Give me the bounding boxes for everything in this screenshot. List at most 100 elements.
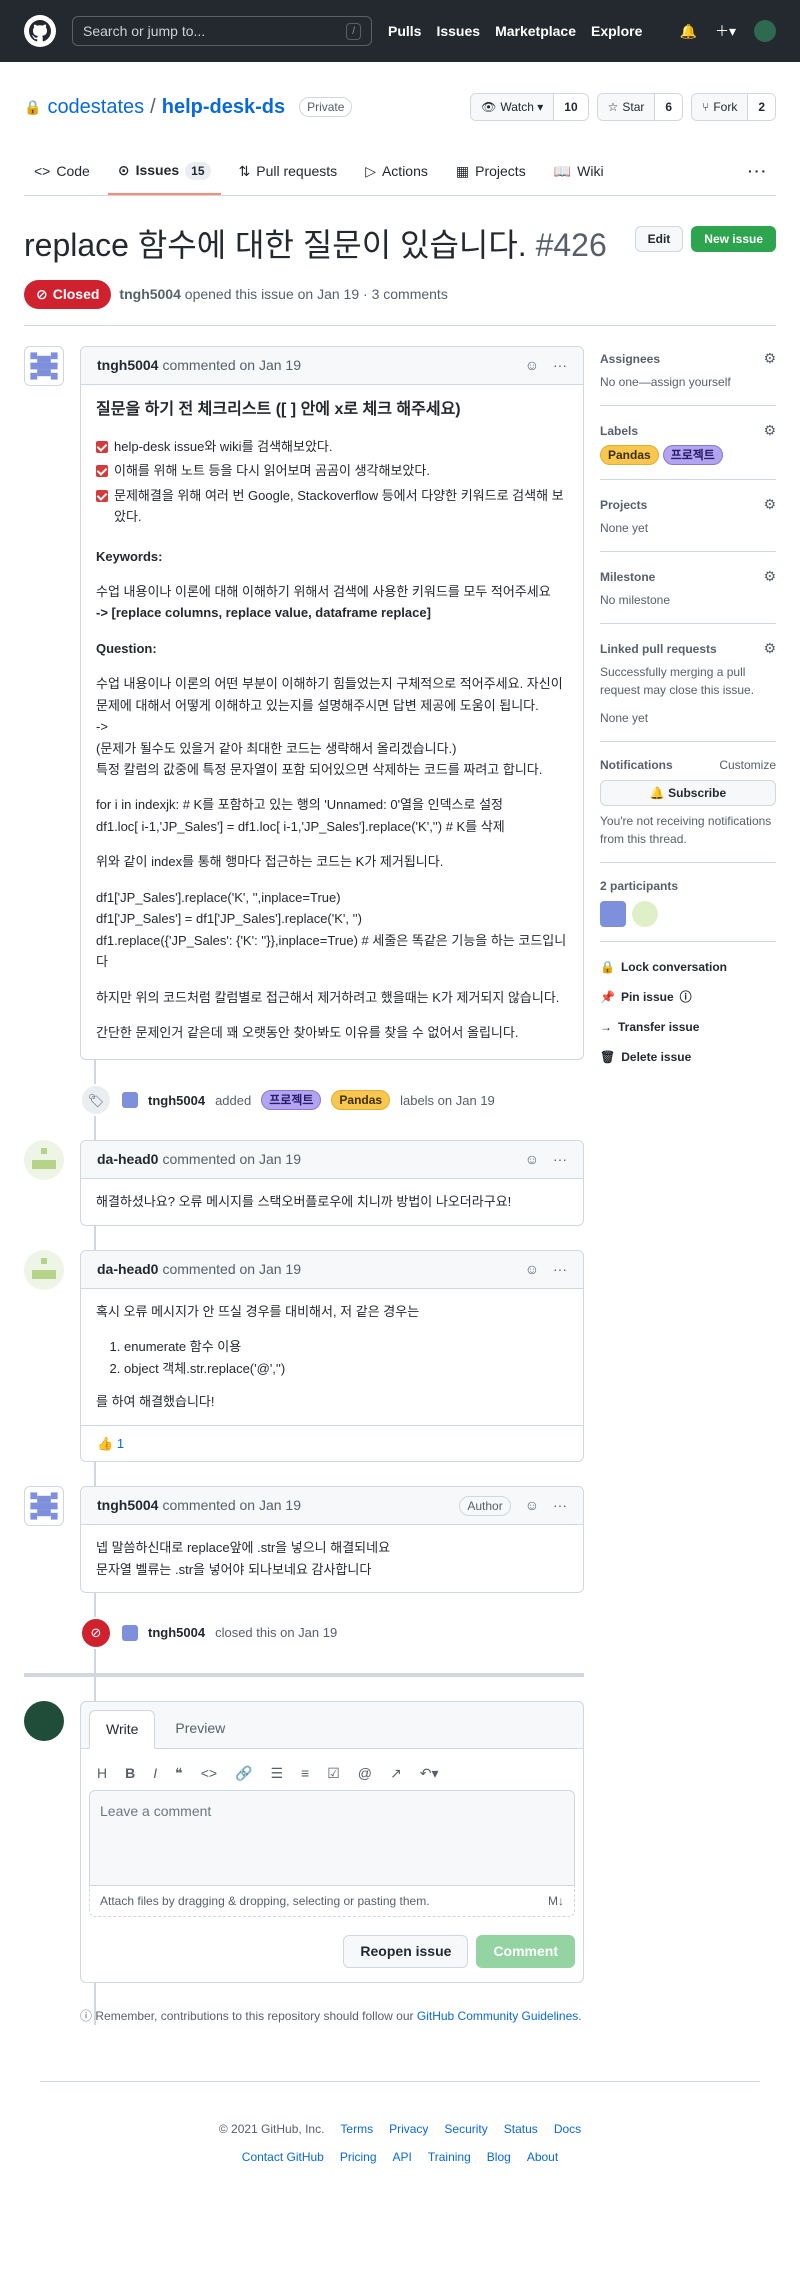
label-project[interactable]: 프로젝트 bbox=[662, 445, 723, 466]
footer-link[interactable]: Training bbox=[428, 2148, 471, 2166]
pin-issue[interactable]: 📌 Pin issue ⓘ bbox=[600, 982, 776, 1012]
subscribe-button[interactable]: 🔔 Subscribe bbox=[600, 780, 776, 807]
tab-code[interactable]: <> Code bbox=[24, 148, 100, 195]
mini-avatar[interactable] bbox=[122, 1624, 138, 1641]
bell-icon[interactable]: 🔔 bbox=[680, 21, 697, 42]
user-avatar[interactable] bbox=[754, 20, 776, 42]
comment-textarea[interactable]: Leave a comment bbox=[89, 1789, 575, 1886]
label-project[interactable]: 프로젝트 bbox=[261, 1090, 322, 1111]
participant-avatar[interactable] bbox=[600, 901, 626, 928]
comment-button[interactable]: Comment bbox=[476, 1934, 575, 1968]
gear-icon[interactable]: ⚙ bbox=[763, 494, 776, 515]
transfer-issue[interactable]: → Transfer issue bbox=[600, 1012, 776, 1042]
smiley-icon[interactable]: ☺ bbox=[525, 1495, 539, 1516]
tab-pull-requests[interactable]: ⇅ Pull requests bbox=[229, 148, 348, 195]
assignees-value[interactable]: No one—assign yourself bbox=[600, 373, 776, 391]
footer-link[interactable]: Contact GitHub bbox=[242, 2148, 324, 2166]
new-issue-button[interactable]: New issue bbox=[691, 226, 776, 252]
comment-author[interactable]: da-head0 bbox=[97, 1259, 158, 1280]
watch-count[interactable]: 10 bbox=[553, 94, 588, 120]
footer-link[interactable]: API bbox=[393, 2148, 412, 2166]
tab-projects[interactable]: ▦ Projects bbox=[446, 148, 536, 195]
comment-author[interactable]: tngh5004 bbox=[97, 1495, 158, 1516]
numbered-list-icon[interactable]: ≡ bbox=[301, 1763, 309, 1784]
code-icon[interactable]: <> bbox=[201, 1763, 217, 1784]
kebab-icon[interactable]: ··· bbox=[553, 1495, 567, 1516]
mention-icon[interactable]: @ bbox=[358, 1763, 372, 1784]
nav-pulls[interactable]: Pulls bbox=[388, 21, 421, 42]
quote-icon[interactable]: ❝ bbox=[175, 1763, 183, 1784]
footer-link[interactable]: Privacy bbox=[389, 2120, 428, 2138]
event-author[interactable]: tngh5004 bbox=[148, 1623, 205, 1643]
avatar[interactable] bbox=[24, 1486, 64, 1527]
footer-link[interactable]: Security bbox=[444, 2120, 487, 2138]
smiley-icon[interactable]: ☺ bbox=[525, 1149, 539, 1170]
tab-preview[interactable]: Preview bbox=[159, 1710, 241, 1748]
kebab-icon[interactable]: ··· bbox=[553, 1259, 567, 1280]
edit-button[interactable]: Edit bbox=[634, 226, 684, 252]
reopen-issue-button[interactable]: Reopen issue bbox=[343, 1934, 469, 1968]
smiley-icon[interactable]: ☺ bbox=[525, 355, 539, 376]
footer-link[interactable]: Docs bbox=[554, 2120, 581, 2138]
link-icon[interactable]: 🔗 bbox=[235, 1763, 252, 1784]
kebab-icon[interactable]: ··· bbox=[553, 1149, 567, 1170]
italic-icon[interactable]: I bbox=[153, 1763, 157, 1784]
plus-dropdown-icon[interactable]: ＋▾ bbox=[715, 21, 736, 42]
repo-name[interactable]: help-desk-ds bbox=[162, 92, 285, 122]
bullet-list-icon[interactable]: ☰ bbox=[270, 1763, 283, 1784]
smiley-icon[interactable]: ☺ bbox=[525, 1259, 539, 1280]
gear-icon[interactable]: ⚙ bbox=[763, 420, 776, 441]
avatar[interactable] bbox=[24, 346, 64, 387]
github-logo-icon[interactable] bbox=[24, 15, 56, 47]
checkbox-checked-icon[interactable] bbox=[96, 489, 108, 502]
tab-wiki[interactable]: 📖 Wiki bbox=[544, 148, 614, 195]
reaction-button[interactable]: 👍 1 bbox=[81, 1424, 583, 1462]
gear-icon[interactable]: ⚙ bbox=[763, 348, 776, 369]
guidelines-link[interactable]: GitHub Community Guidelines bbox=[417, 2009, 578, 2023]
search-input[interactable]: Search or jump to... / bbox=[72, 16, 372, 46]
comment-time[interactable]: commented on Jan 19 bbox=[162, 355, 301, 376]
gear-icon[interactable]: ⚙ bbox=[763, 638, 776, 659]
gear-icon[interactable]: ⚙ bbox=[763, 566, 776, 587]
mini-avatar[interactable] bbox=[122, 1092, 138, 1109]
footer-link[interactable]: Status bbox=[504, 2120, 538, 2138]
customize-link[interactable]: Customize bbox=[719, 756, 776, 774]
footer-link[interactable]: Terms bbox=[340, 2120, 373, 2138]
tab-actions[interactable]: ▷ Actions bbox=[355, 148, 438, 195]
nav-marketplace[interactable]: Marketplace bbox=[495, 21, 576, 42]
attach-files-area[interactable]: Attach files by dragging & dropping, sel… bbox=[89, 1885, 575, 1917]
checkbox-checked-icon[interactable] bbox=[96, 440, 108, 453]
footer-link[interactable]: Pricing bbox=[340, 2148, 377, 2166]
comment-time[interactable]: commented on Jan 19 bbox=[162, 1495, 301, 1516]
bold-icon[interactable]: B bbox=[125, 1763, 135, 1784]
tab-write[interactable]: Write bbox=[89, 1709, 156, 1749]
comment-author[interactable]: da-head0 bbox=[97, 1149, 158, 1170]
tab-issues[interactable]: ⊙ Issues 15 bbox=[107, 148, 221, 195]
avatar[interactable] bbox=[24, 1700, 64, 1741]
task-list-icon[interactable]: ☑ bbox=[327, 1763, 340, 1784]
checkbox-checked-icon[interactable] bbox=[96, 465, 108, 478]
footer-link[interactable]: About bbox=[527, 2148, 558, 2166]
nav-issues[interactable]: Issues bbox=[436, 21, 480, 42]
issue-author[interactable]: tngh5004 bbox=[119, 286, 180, 302]
lock-conversation[interactable]: 🔒 Lock conversation bbox=[600, 952, 776, 982]
reply-icon[interactable]: ↶▾ bbox=[420, 1763, 439, 1784]
more-icon[interactable]: ··· bbox=[740, 148, 776, 195]
kebab-icon[interactable]: ··· bbox=[553, 355, 567, 376]
delete-issue[interactable]: 🗑 Delete issue bbox=[600, 1042, 776, 1072]
cross-reference-icon[interactable]: ↗ bbox=[390, 1763, 402, 1784]
label-pandas[interactable]: Pandas bbox=[600, 445, 659, 466]
nav-explore[interactable]: Explore bbox=[591, 21, 642, 42]
comment-time[interactable]: commented on Jan 19 bbox=[162, 1149, 301, 1170]
avatar[interactable] bbox=[24, 1249, 64, 1290]
heading-icon[interactable]: H bbox=[97, 1763, 107, 1784]
event-author[interactable]: tngh5004 bbox=[148, 1091, 205, 1111]
participant-avatar[interactable] bbox=[632, 901, 658, 928]
fork-count[interactable]: 2 bbox=[747, 94, 775, 120]
repo-owner[interactable]: codestates bbox=[47, 92, 144, 122]
star-count[interactable]: 6 bbox=[654, 94, 683, 120]
footer-link[interactable]: Blog bbox=[487, 2148, 511, 2166]
watch-button[interactable]: 👁 Watch ▾ 10 bbox=[470, 93, 589, 121]
comment-author[interactable]: tngh5004 bbox=[97, 355, 158, 376]
fork-button[interactable]: ⑂ Fork 2 bbox=[691, 93, 776, 121]
